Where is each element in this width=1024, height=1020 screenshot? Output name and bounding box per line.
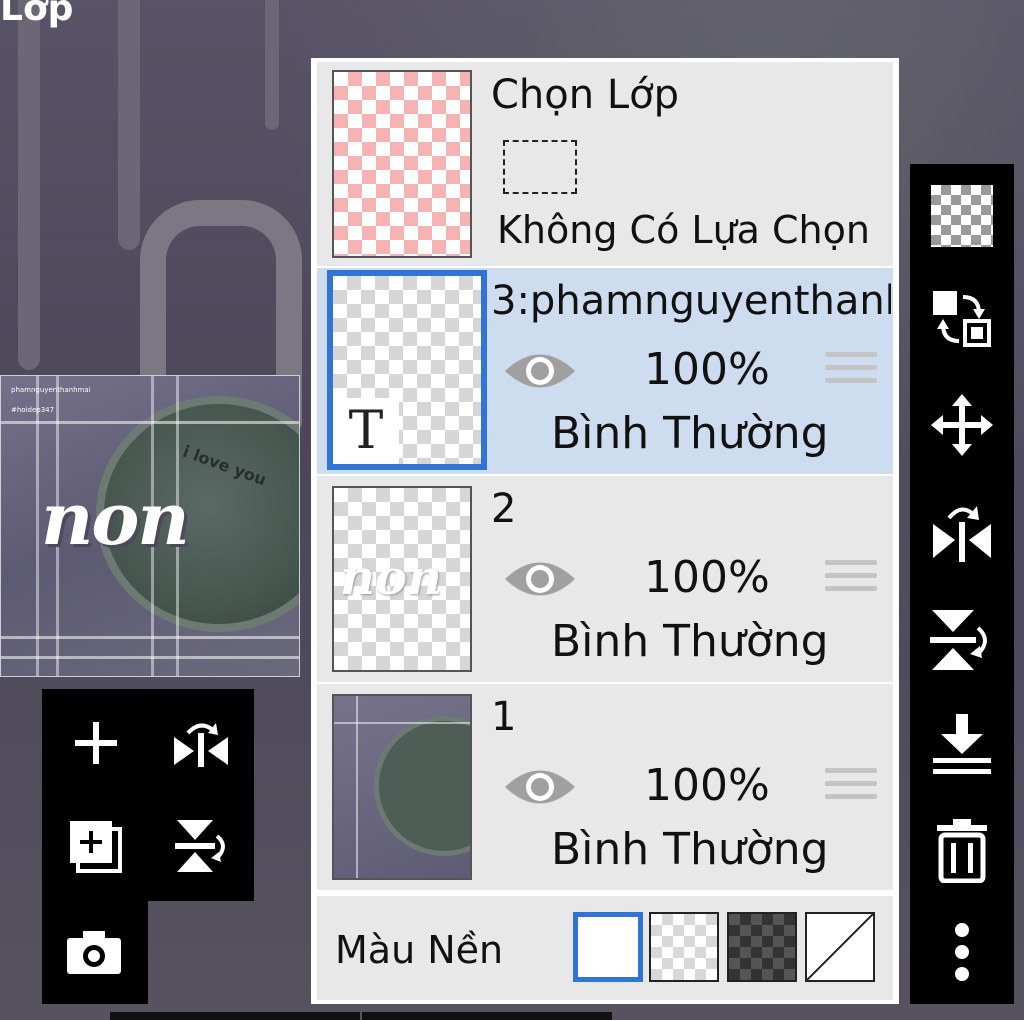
title-word: non xyxy=(41,476,190,561)
add-layer-icon[interactable] xyxy=(66,713,126,773)
layer-actions-panel xyxy=(42,689,254,901)
watermark-text: phamnguyenthanhmai xyxy=(11,386,91,394)
bottom-bar-segment xyxy=(362,1012,612,1020)
selection-marquee-icon xyxy=(503,140,577,194)
visibility-eye-icon[interactable] xyxy=(503,762,577,816)
selection-row[interactable]: Chọn Lớp Không Có Lựa Chọn xyxy=(317,62,893,268)
selection-title: Chọn Lớp xyxy=(491,72,679,118)
visibility-eye-icon[interactable] xyxy=(503,554,577,608)
layer-opacity[interactable]: 100% xyxy=(644,552,770,603)
background-none-swatch[interactable] xyxy=(805,912,875,982)
watermark-text: #hoidep347 xyxy=(11,406,55,414)
merge-down-icon[interactable] xyxy=(910,708,1014,780)
canvas-decoration xyxy=(18,0,40,370)
flip-vertical-icon[interactable] xyxy=(910,604,1014,676)
camera-icon[interactable] xyxy=(64,924,124,980)
layer-opacity[interactable]: 100% xyxy=(644,760,770,811)
background-light-checker-swatch[interactable] xyxy=(649,912,719,982)
delete-icon[interactable] xyxy=(910,814,1014,886)
canvas-decoration xyxy=(118,0,140,250)
cake-image xyxy=(374,716,470,856)
layer-thumbnail[interactable]: T xyxy=(327,270,487,470)
duplicate-layer-icon[interactable] xyxy=(66,817,126,877)
layer-thumbnail[interactable]: non xyxy=(332,486,472,672)
selection-mask-thumbnail xyxy=(332,70,472,258)
canvas-decoration xyxy=(265,0,279,130)
layer-thumbnail-content: non xyxy=(340,550,442,606)
grid-line xyxy=(356,696,358,878)
layer-opacity[interactable]: 100% xyxy=(644,344,770,395)
text-layer-icon: T xyxy=(333,398,399,464)
selection-status: Không Có Lựa Chọn xyxy=(497,208,870,252)
layer-thumbnail[interactable] xyxy=(332,694,472,880)
layer-blend-mode[interactable]: Bình Thường xyxy=(551,408,829,459)
swap-layers-icon[interactable] xyxy=(910,286,1014,352)
layer-blend-mode[interactable]: Bình Thường xyxy=(551,616,829,667)
flip-horizontal-icon[interactable] xyxy=(910,496,1014,568)
background-white-swatch[interactable] xyxy=(573,912,643,982)
bottom-bar-segment xyxy=(110,1012,360,1020)
layer-panel: Chọn Lớp Không Có Lựa Chọn T 3:phamnguye… xyxy=(311,58,899,1004)
layer-row[interactable]: non 2 100% Bình Thường xyxy=(317,476,893,684)
layer-name: 2 xyxy=(491,486,517,532)
visibility-eye-icon[interactable] xyxy=(503,346,577,400)
move-icon[interactable] xyxy=(910,392,1014,458)
layer-row[interactable]: 1 100% Bình Thường xyxy=(317,684,893,892)
drag-handle-icon[interactable] xyxy=(825,560,877,599)
transparency-icon[interactable] xyxy=(910,184,1014,248)
grid-line xyxy=(36,376,39,676)
layer-blend-mode[interactable]: Bình Thường xyxy=(551,824,829,875)
drag-handle-icon[interactable] xyxy=(825,352,877,391)
background-dark-checker-swatch[interactable] xyxy=(727,912,797,982)
layer-name: 3:phamnguyenthanhmai xyxy=(491,278,891,324)
drag-handle-icon[interactable] xyxy=(825,768,877,807)
right-toolbar xyxy=(910,164,1014,1004)
layer-row[interactable]: T 3:phamnguyenthanhmai 100% Bình Thường xyxy=(317,268,893,476)
more-icon[interactable] xyxy=(910,916,1014,988)
layer-name: 1 xyxy=(491,694,517,740)
background-color-label: Màu Nền xyxy=(335,928,504,972)
grid-line xyxy=(334,722,470,724)
page-title: Lớp xyxy=(0,0,74,29)
flip-horizontal-icon[interactable] xyxy=(170,713,232,775)
background-color-row: Màu Nền xyxy=(317,896,893,1000)
flip-vertical-icon[interactable] xyxy=(170,815,232,877)
canvas-preview[interactable]: phamnguyenthanhmai #hoidep347 i love you… xyxy=(0,375,300,677)
layer-actions-panel-extra xyxy=(42,900,148,1004)
